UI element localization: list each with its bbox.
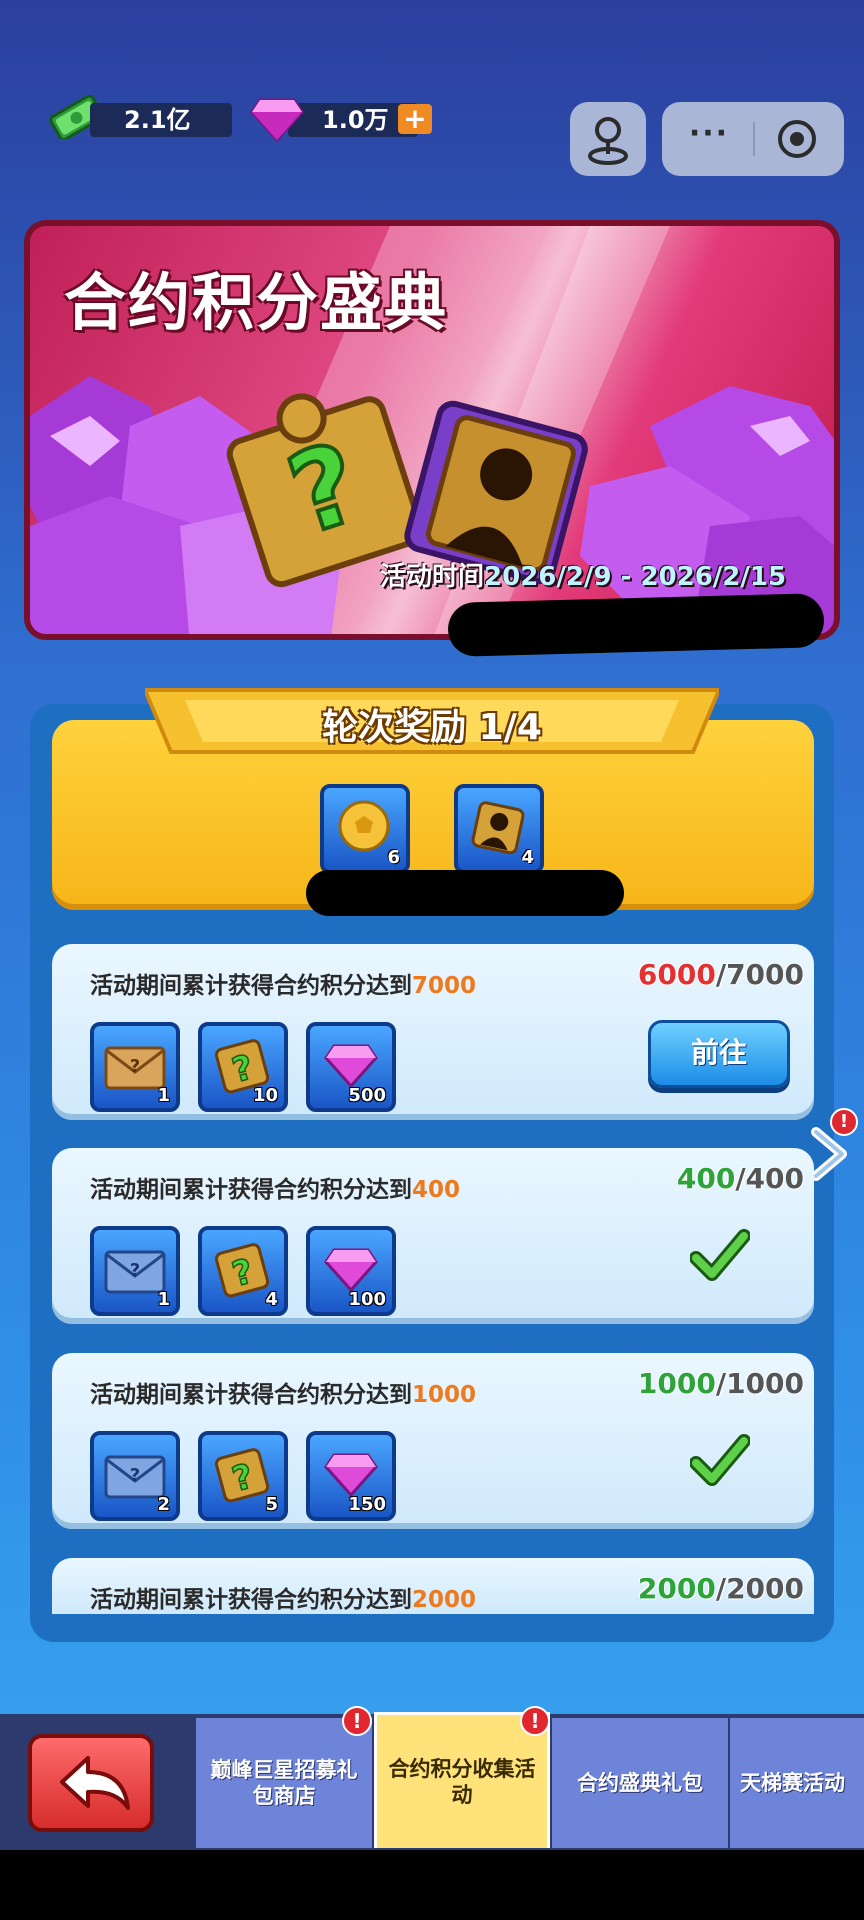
task-desc-text: 活动期间累计获得合约积分达到 [90, 1382, 412, 1408]
redaction-mark [447, 593, 825, 657]
person-pin-icon [588, 117, 628, 165]
event-time-label: 活动时间 [380, 562, 485, 592]
profile-button[interactable] [570, 102, 646, 176]
tab-contract-points[interactable]: 合约积分收集活动 [374, 1712, 550, 1848]
system-nav-bar [0, 1850, 864, 1920]
event-time-range: 2026/2/9 - 2026/2/15 [484, 562, 787, 592]
task-progress-total: /7000 [715, 958, 804, 991]
checkmark-icon [690, 1434, 750, 1486]
back-arrow-icon [60, 1756, 130, 1810]
reward-item[interactable]: 150 [306, 1431, 396, 1521]
reward-item[interactable]: ? 5 [198, 1431, 288, 1521]
task-progress-current: 400 [676, 1162, 736, 1195]
reward-count: 6 [387, 847, 400, 868]
reward-count: 5 [265, 1494, 278, 1515]
reward-count: 500 [348, 1085, 386, 1106]
task-progress: 1000/1000 [638, 1367, 804, 1400]
reward-item[interactable]: 100 [306, 1226, 396, 1316]
tab-ladder-event[interactable]: 天梯赛活动 [730, 1718, 864, 1848]
task-progress-current: 2000 [637, 1572, 716, 1605]
round-reward-silhouette-puzzle[interactable]: 4 [454, 784, 544, 874]
round-reward-gold-ball[interactable]: 6 [320, 784, 410, 874]
reward-count: 100 [348, 1289, 386, 1310]
reward-count: 4 [265, 1289, 278, 1310]
tab-alert-badge: ! [520, 1706, 550, 1736]
reward-item[interactable]: ? 1 [90, 1022, 180, 1112]
task-desc-text: 活动期间累计获得合约积分达到 [90, 1587, 412, 1613]
task-target: 400 [412, 1177, 461, 1203]
task-card: 活动期间累计获得合约积分达到1000 1000/1000 ? 2 ? 5 150 [52, 1353, 814, 1529]
task-card: 活动期间累计获得合约积分达到400 400/400 ? 1 ? 4 100 [52, 1148, 814, 1324]
mini-program-capsule: ··· [662, 102, 844, 176]
task-description: 活动期间累计获得合约积分达到7000 [90, 966, 476, 1000]
task-description: 活动期间累计获得合约积分达到1000 [90, 1375, 476, 1409]
go-button[interactable]: 前往 [648, 1020, 790, 1088]
task-target: 1000 [412, 1382, 477, 1408]
task-progress-current: 6000 [637, 958, 716, 991]
svg-text:?: ? [130, 1260, 140, 1281]
reward-count: 1 [157, 1085, 170, 1106]
task-description: 活动期间累计获得合约积分达到2000 [90, 1580, 476, 1614]
redaction-mark [306, 870, 624, 916]
reward-count: 10 [252, 1085, 278, 1106]
more-button[interactable]: ··· [684, 116, 734, 151]
task-progress-total: /400 [735, 1162, 804, 1195]
task-progress-total: /2000 [715, 1572, 804, 1605]
round-reward-title: 轮次奖励 1/4 [322, 707, 542, 748]
reward-item[interactable]: 500 [306, 1022, 396, 1112]
add-gem-button[interactable]: + [398, 104, 432, 134]
reward-count: 150 [348, 1494, 386, 1515]
task-progress: 2000/2000 [638, 1572, 804, 1605]
event-time: 活动时间2026/2/9 - 2026/2/15 [380, 556, 786, 593]
tab-alert-badge: ! [342, 1706, 372, 1736]
reward-item[interactable]: ? 2 [90, 1431, 180, 1521]
task-desc-text: 活动期间累计获得合约积分达到 [90, 1177, 412, 1203]
event-banner: ? 合约积分盛典 活动时间2026/2/9 - 2026/2/15 [24, 220, 840, 640]
task-target: 7000 [412, 973, 477, 999]
task-card: 活动期间累计获得合约积分达到7000 6000/7000 ? 1 ? 10 50… [52, 944, 814, 1120]
gem-icon [250, 98, 304, 142]
reward-count: 4 [521, 847, 534, 868]
tab-recruit-shop[interactable]: 巅峰巨星招募礼包商店 [196, 1718, 372, 1848]
reward-item[interactable]: ? 10 [198, 1022, 288, 1112]
task-progress: 6000/7000 [638, 958, 804, 991]
cash-value: 2.1亿 [90, 103, 232, 137]
task-target: 2000 [412, 1587, 477, 1613]
task-description: 活动期间累计获得合约积分达到400 [90, 1170, 460, 1204]
close-target-button[interactable] [778, 120, 816, 158]
task-progress-total: /1000 [715, 1367, 804, 1400]
reward-item[interactable]: ? 1 [90, 1226, 180, 1316]
capsule-divider [753, 122, 755, 156]
reward-item[interactable]: ? 4 [198, 1226, 288, 1316]
task-desc-text: 活动期间累计获得合约积分达到 [90, 973, 412, 999]
tab-contract-gift[interactable]: 合约盛典礼包 [552, 1718, 728, 1848]
task-progress-current: 1000 [637, 1367, 716, 1400]
task-card: 活动期间累计获得合约积分达到2000 2000/2000 [52, 1558, 814, 1614]
checkmark-icon [690, 1229, 750, 1281]
svg-text:?: ? [130, 1056, 140, 1077]
back-button[interactable] [28, 1734, 154, 1832]
reward-count: 2 [157, 1494, 170, 1515]
svg-text:?: ? [130, 1465, 140, 1486]
side-alert-badge: ! [830, 1108, 858, 1136]
reward-count: 1 [157, 1289, 170, 1310]
banner-title: 合约积分盛典 [64, 266, 449, 339]
task-progress: 400/400 [677, 1162, 804, 1195]
